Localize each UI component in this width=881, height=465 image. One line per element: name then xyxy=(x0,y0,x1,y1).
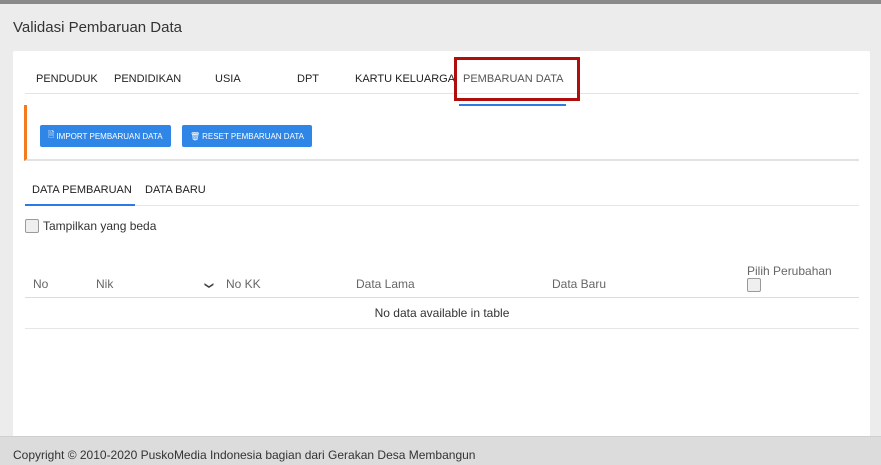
column-no-kk[interactable]: No KK xyxy=(226,277,261,291)
page-title: Validasi Pembaruan Data xyxy=(13,19,182,36)
action-panel: 🗎 IMPORT PEMBARUAN DATA 🗑 RESET PEMBARUA… xyxy=(24,105,859,161)
highlight-box xyxy=(454,57,580,101)
column-nik[interactable]: Nik xyxy=(96,277,113,291)
tab-dpt[interactable]: DPT xyxy=(297,73,319,85)
active-subtab-indicator xyxy=(25,204,135,206)
chevron-down-icon[interactable]: ❯ xyxy=(203,282,214,290)
show-diff-filter: Tampilkan yang beda xyxy=(25,218,156,234)
content-card: PENDUDUK PENDIDIKAN USIA DPT KARTU KELUA… xyxy=(13,51,870,441)
show-diff-checkbox[interactable] xyxy=(25,219,39,233)
main-tabs: PENDUDUK PENDIDIKAN USIA DPT KARTU KELUA… xyxy=(25,63,859,106)
column-no[interactable]: No xyxy=(33,277,48,291)
column-pilih-perubahan: Pilih Perubahan xyxy=(747,262,832,292)
reset-button-label: RESET PEMBARUAN DATA xyxy=(202,131,304,141)
column-data-baru[interactable]: Data Baru xyxy=(552,277,606,291)
file-icon: 🗎 xyxy=(48,130,55,139)
tab-pendidikan[interactable]: PENDIDIKAN xyxy=(114,73,181,85)
table-header: No Nik ❯ No KK Data Lama Data Baru Pilih… xyxy=(25,256,859,298)
column-pilih-perubahan-label: Pilih Perubahan xyxy=(747,264,832,278)
tab-kartu-keluarga[interactable]: KARTU KELUARGA xyxy=(355,73,455,85)
subtab-data-pembaruan[interactable]: DATA PEMBARUAN xyxy=(32,184,132,196)
tab-usia[interactable]: USIA xyxy=(215,73,241,85)
top-bar xyxy=(0,0,881,4)
footer-copyright: Copyright © 2010-2020 PuskoMedia Indones… xyxy=(0,436,881,465)
show-diff-label: Tampilkan yang beda xyxy=(43,219,157,233)
sub-tabs: DATA PEMBARUAN DATA BARU xyxy=(25,177,859,206)
column-data-lama[interactable]: Data Lama xyxy=(356,277,415,291)
import-pembaruan-data-button[interactable]: 🗎 IMPORT PEMBARUAN DATA xyxy=(40,125,171,147)
select-all-checkbox[interactable] xyxy=(747,278,761,292)
import-button-label: IMPORT PEMBARUAN DATA xyxy=(56,131,163,141)
subtab-data-baru[interactable]: DATA BARU xyxy=(145,184,206,196)
trash-icon: 🗑 xyxy=(190,131,201,141)
tab-penduduk[interactable]: PENDUDUK xyxy=(36,73,98,85)
table-empty-row: No data available in table xyxy=(25,298,859,329)
reset-pembaruan-data-button[interactable]: 🗑 RESET PEMBARUAN DATA xyxy=(182,125,312,147)
